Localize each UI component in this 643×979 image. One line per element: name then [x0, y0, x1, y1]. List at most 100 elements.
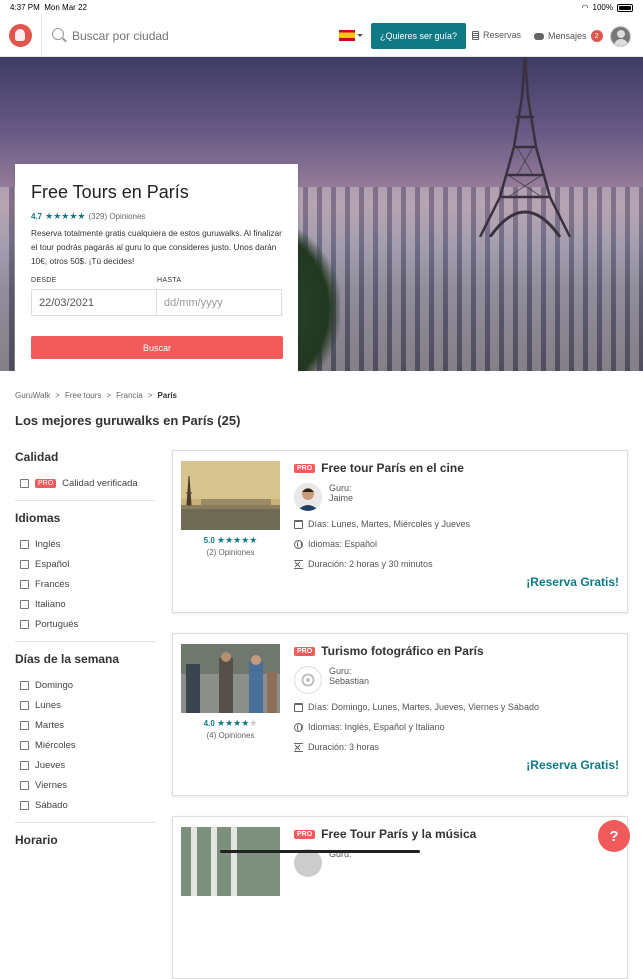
- globe-icon: [294, 539, 303, 549]
- checkbox[interactable]: [20, 599, 29, 609]
- filter-lunes[interactable]: Lunes: [15, 695, 156, 715]
- pro-badge: PRO: [294, 646, 316, 656]
- search-bar: [41, 15, 331, 57]
- book-free-button[interactable]: ¡Reserva Gratis!: [526, 758, 619, 772]
- filter-portugues[interactable]: Portugués: [15, 614, 156, 634]
- guide-info: Guru:: [294, 849, 352, 877]
- guide-avatar[interactable]: [294, 666, 322, 694]
- search-button[interactable]: Buscar: [31, 336, 283, 359]
- filter-miercoles[interactable]: Miércoles: [15, 735, 156, 755]
- to-date-input[interactable]: dd/mm/yyyy: [156, 289, 282, 316]
- city-rating: 4.7 ★★★★★ (329) Opiniones: [31, 211, 146, 221]
- checkbox[interactable]: [20, 680, 29, 690]
- breadcrumb: GuruWalk > Free tours > Francia > París: [15, 391, 178, 400]
- spain-flag-icon[interactable]: [339, 30, 355, 41]
- filter-calidad-verificada[interactable]: PRO Calidad verificada: [15, 473, 156, 493]
- pro-badge: PRO: [294, 829, 316, 839]
- tour-days: Días: Domingo, Lunes, Martes, Jueves, Vi…: [294, 702, 539, 712]
- filter-italiano[interactable]: Italiano: [15, 594, 156, 614]
- guide-name: Sebastian: [329, 676, 370, 686]
- filter-viernes[interactable]: Viernes: [15, 775, 156, 795]
- status-time: 4:37 PM Mon Mar 22: [10, 3, 87, 12]
- checkbox[interactable]: [20, 619, 29, 629]
- search-icon: [52, 28, 64, 40]
- filter-domingo[interactable]: Domingo: [15, 675, 156, 695]
- tour-card[interactable]: PRO Free Tour París y la música Guru:: [172, 816, 628, 979]
- help-button[interactable]: ?: [598, 820, 630, 852]
- checkbox[interactable]: [20, 539, 29, 549]
- guide-avatar[interactable]: [294, 483, 322, 511]
- search-card: Free Tours en París 4.7 ★★★★★ (329) Opin…: [15, 164, 298, 371]
- filter-group-horario: Horario: [15, 833, 58, 847]
- city-search-input[interactable]: [72, 26, 312, 46]
- hourglass-icon: [294, 559, 303, 569]
- guide-avatar[interactable]: [294, 849, 322, 877]
- filter-jueves[interactable]: Jueves: [15, 755, 156, 775]
- results-heading: Los mejores guruwalks en París (25): [15, 413, 241, 428]
- checkbox[interactable]: [20, 760, 29, 770]
- tour-rating: 4.0 ★★★★★ (4) Opiniones: [203, 718, 258, 740]
- breadcrumb-francia[interactable]: Francia: [116, 391, 143, 400]
- messages-badge: 2: [590, 30, 603, 42]
- star-icon: ★★★★★: [45, 211, 86, 221]
- tour-title[interactable]: Turismo fotográfico en París: [321, 644, 483, 658]
- breadcrumb-paris: París: [157, 391, 178, 400]
- reservations-link[interactable]: Reservas: [472, 30, 521, 40]
- battery-icon: [617, 3, 633, 12]
- guide-name: Jaime: [329, 493, 354, 503]
- to-label: HASTA: [157, 277, 182, 284]
- breadcrumb-guruwalk[interactable]: GuruWalk: [15, 391, 50, 400]
- tour-thumbnail[interactable]: [181, 827, 280, 896]
- from-date-input[interactable]: 22/03/2021: [31, 289, 157, 316]
- star-icon: ★★★★: [217, 718, 250, 728]
- from-label: DESDE: [31, 277, 57, 284]
- messages-link[interactable]: Mensajes 2: [534, 30, 603, 42]
- checkbox[interactable]: [20, 720, 29, 730]
- become-guide-button[interactable]: ¿Quieres ser guía?: [371, 23, 466, 49]
- guruwalk-logo[interactable]: [9, 24, 32, 47]
- tour-duration: Duración: 3 horas: [294, 742, 379, 752]
- checkbox[interactable]: [20, 478, 29, 488]
- filter-group-dias: Días de la semana Domingo Lunes Martes M…: [15, 652, 156, 823]
- globe-icon: [294, 722, 303, 732]
- status-bar: 4:37 PM Mon Mar 22 ◠ 100%: [0, 0, 643, 15]
- tour-title[interactable]: Free Tour París y la música: [321, 827, 476, 841]
- checkbox[interactable]: [20, 800, 29, 810]
- tour-title[interactable]: Free tour París en el cine: [321, 461, 464, 475]
- book-free-button[interactable]: ¡Reserva Gratis!: [526, 575, 619, 589]
- star-icon: ★★★★★: [217, 535, 258, 545]
- home-indicator: [220, 850, 420, 853]
- filter-sabado[interactable]: Sábado: [15, 795, 156, 815]
- filter-group-calidad: Calidad PRO Calidad verificada: [15, 450, 156, 501]
- tour-card[interactable]: 5.0 ★★★★★ (2) Opiniones PRO Free tour Pa…: [172, 450, 628, 613]
- tour-thumbnail[interactable]: [181, 644, 280, 713]
- checkbox[interactable]: [20, 559, 29, 569]
- pro-badge: PRO: [35, 478, 57, 488]
- chevron-down-icon[interactable]: [357, 34, 363, 37]
- eiffel-tower-image: [478, 57, 572, 237]
- document-icon: [472, 30, 479, 40]
- page-title: Free Tours en París: [31, 182, 189, 202]
- checkbox[interactable]: [20, 700, 29, 710]
- battery-percent: 100%: [592, 3, 613, 12]
- tour-card[interactable]: 4.0 ★★★★★ (4) Opiniones PRO Turismo foto…: [172, 633, 628, 796]
- filter-martes[interactable]: Martes: [15, 715, 156, 735]
- star-empty-icon: ★: [249, 718, 258, 728]
- checkbox[interactable]: [20, 740, 29, 750]
- tour-languages: Idiomas: Inglés, Español y Italiano: [294, 722, 445, 732]
- filter-espanol[interactable]: Español: [15, 554, 156, 574]
- city-description: Reserva totalmente gratis cualquiera de …: [31, 228, 282, 266]
- tour-rating: 5.0 ★★★★★ (2) Opiniones: [203, 535, 258, 557]
- user-avatar[interactable]: [610, 26, 631, 47]
- checkbox[interactable]: [20, 579, 29, 589]
- chat-icon: [534, 32, 544, 40]
- checkbox[interactable]: [20, 780, 29, 790]
- breadcrumb-free-tours[interactable]: Free tours: [65, 391, 101, 400]
- calendar-icon: [294, 519, 303, 529]
- top-nav: ¿Quieres ser guía? Reservas Mensajes 2: [0, 15, 643, 57]
- tour-duration: Duración: 2 horas y 30 minutos: [294, 559, 433, 569]
- wifi-icon: ◠: [581, 3, 589, 12]
- tour-thumbnail[interactable]: [181, 461, 280, 530]
- filter-frances[interactable]: Francés: [15, 574, 156, 594]
- filter-ingles[interactable]: Inglés: [15, 534, 156, 554]
